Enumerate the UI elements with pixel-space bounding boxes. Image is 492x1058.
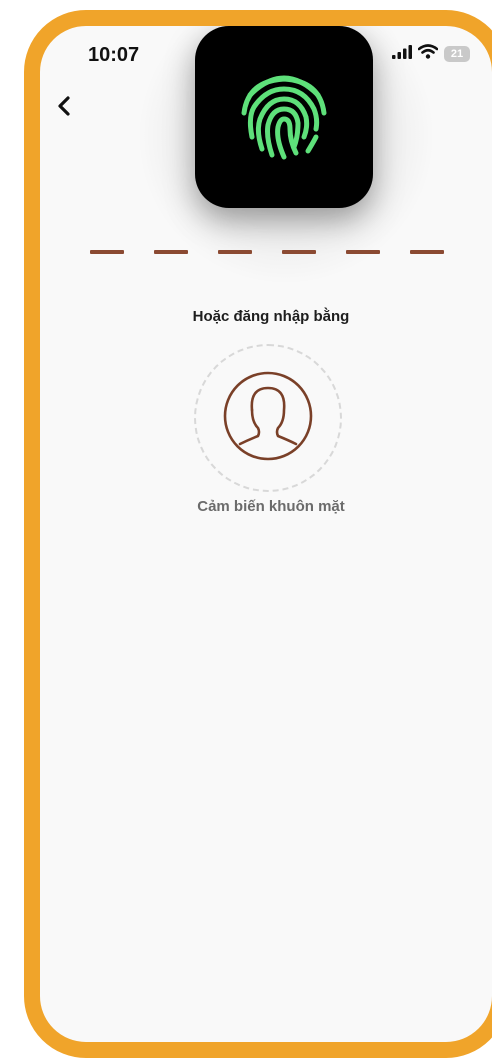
pin-digit	[282, 250, 316, 254]
pin-digit	[90, 250, 124, 254]
face-id-label: Cảm biến khuôn mặt	[197, 498, 345, 515]
fingerprint-icon	[238, 67, 330, 168]
pin-digit	[218, 250, 252, 254]
pin-digit	[154, 250, 188, 254]
pin-input[interactable]	[90, 250, 444, 256]
face-id-icon	[222, 370, 314, 467]
status-time: 10:07	[88, 44, 140, 66]
face-id-button[interactable]	[194, 344, 342, 492]
phone-frame: 10:07 21 Hoặc đăng nhập bằng Cảm biến kh…	[24, 10, 492, 1058]
pin-digit	[346, 250, 380, 254]
pin-digit	[410, 250, 444, 254]
battery-icon: 21	[444, 46, 470, 62]
wifi-icon	[417, 44, 439, 64]
alternative-login-label: Hoặc đăng nhập bằng	[192, 308, 350, 325]
fingerprint-button[interactable]	[195, 26, 373, 208]
